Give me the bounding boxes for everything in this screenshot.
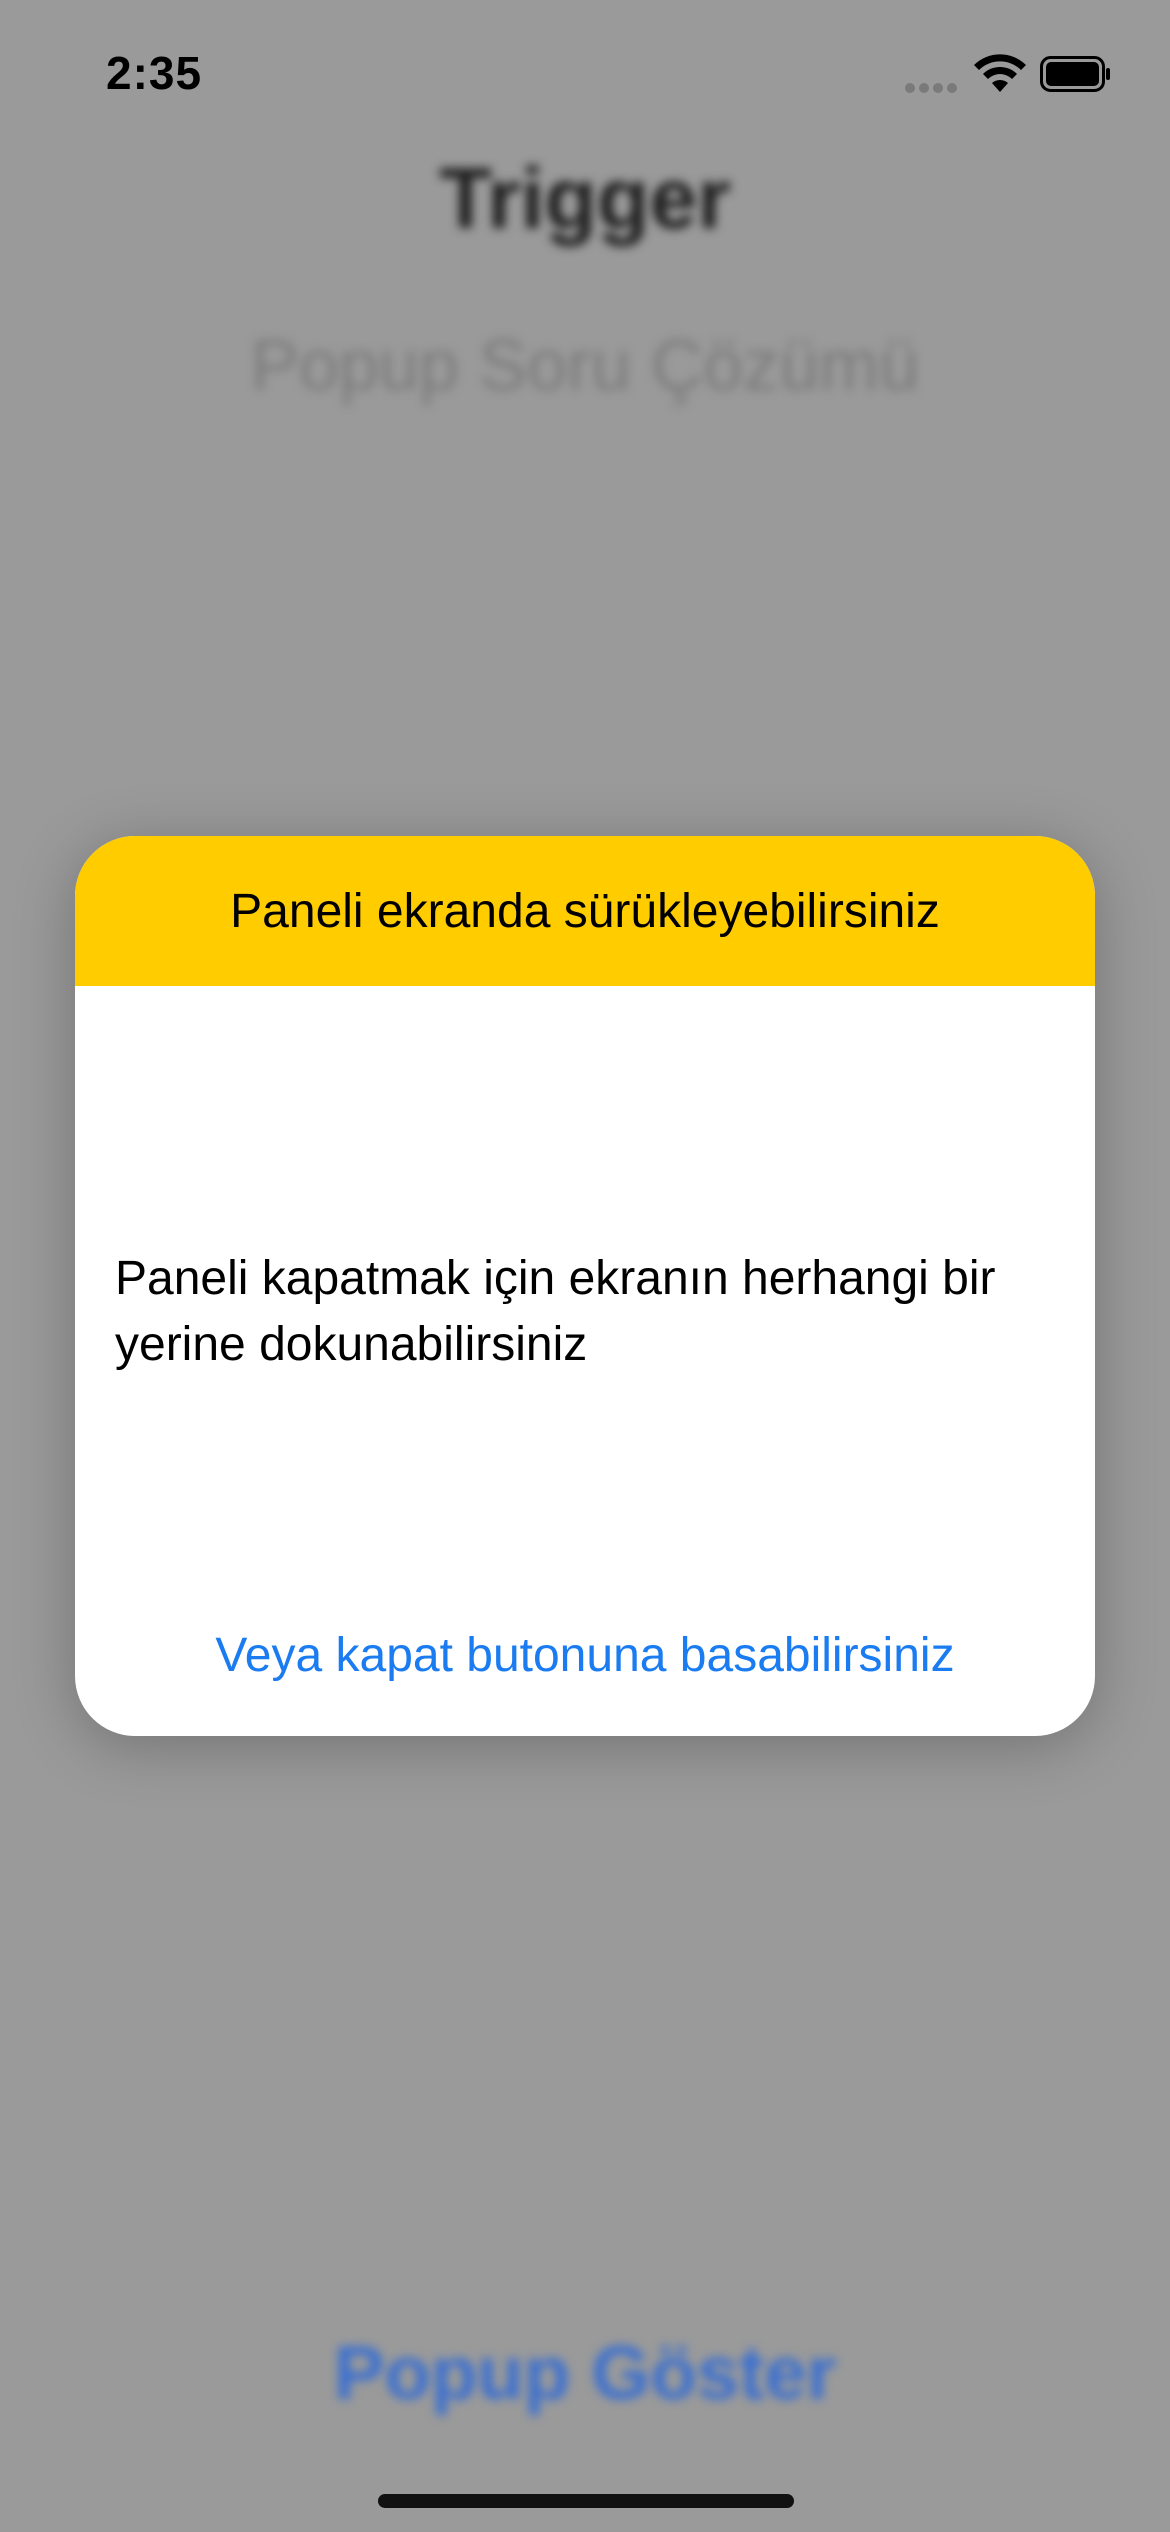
popup-header-text: Paneli ekranda sürükleyebilirsiniz [230, 884, 940, 938]
close-popup-button[interactable]: Veya kapat butonuna basabilirsiniz [75, 1628, 1095, 1683]
battery-icon [1040, 56, 1110, 92]
home-indicator[interactable] [378, 2494, 794, 2508]
wifi-icon [974, 54, 1026, 92]
popup-header[interactable]: Paneli ekranda sürükleyebilirsiniz [75, 836, 1095, 986]
page-title: Trigger [439, 151, 731, 247]
signal-dots-icon [905, 80, 961, 93]
screen[interactable]: Trigger Popup Soru Çözümü Popup Göster 2… [0, 0, 1170, 2532]
status-time: 2:35 [106, 47, 203, 99]
popup-panel[interactable]: Paneli ekranda sürükleyebilirsiniz Panel… [75, 836, 1095, 1736]
popup-body-text: Paneli kapatmak için ekranın herhangi bi… [115, 1252, 996, 1371]
show-popup-button: Popup Göster [333, 2331, 837, 2416]
page-subtitle: Popup Soru Çözümü [250, 326, 920, 406]
status-bar: 2:35 [0, 0, 1170, 140]
